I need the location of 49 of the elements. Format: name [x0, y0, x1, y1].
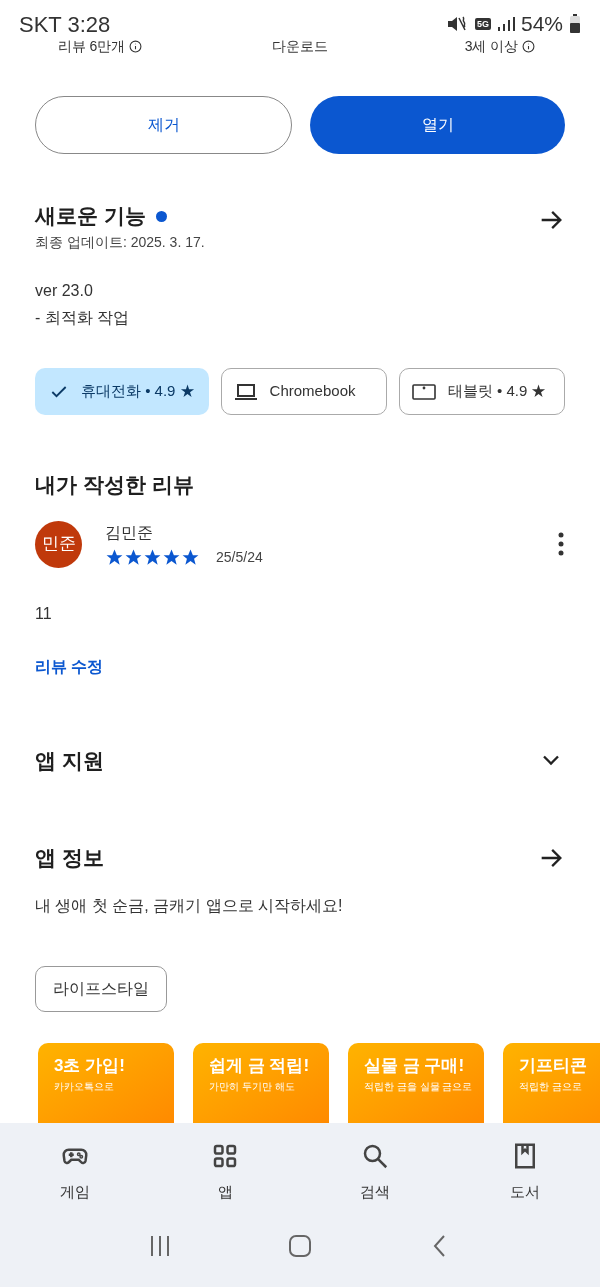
mute-vibrate-icon	[446, 15, 469, 33]
star-icon	[181, 547, 200, 567]
star-icon	[124, 547, 143, 567]
screenshot-caption: 카카오톡으로	[54, 1079, 114, 1094]
nav-tab[interactable]: 앱	[150, 1141, 300, 1204]
signal-icon	[496, 16, 515, 32]
network-badge: 5G	[474, 18, 491, 30]
app-description: 내 생애 첫 순금, 금캐기 앱으로 시작하세요!	[34, 895, 344, 916]
nav-tab[interactable]: 도서	[450, 1141, 600, 1204]
screenshot-caption: 적립한 금을 실물 금으로	[364, 1079, 473, 1094]
device-chip[interactable]: 휴대전화 • 4.9 ★	[35, 368, 209, 415]
version-text: ver 23.0	[35, 281, 94, 301]
nav-tab[interactable]: 검색	[300, 1141, 450, 1204]
section-title: 앱 정보	[35, 845, 104, 871]
device-chip[interactable]: Chromebook	[220, 368, 387, 415]
avatar: 민준	[35, 520, 82, 568]
screenshot-headline: 실물 금 구매!	[364, 1054, 465, 1077]
screenshot-headline: 3초 가입!	[54, 1054, 125, 1077]
edit-review-link[interactable]: 리뷰 수정	[35, 657, 104, 675]
carrier-time: SKT 3:28	[19, 10, 111, 39]
release-notes: - 최적화 작업	[35, 308, 131, 328]
star-icon	[162, 547, 181, 567]
category-chip[interactable]: 라이프스타일	[35, 965, 167, 1012]
section-title: 앱 지원	[35, 747, 104, 774]
screenshot-headline: 쉽게 금 적립!	[209, 1054, 310, 1077]
stat-label: 다운로드	[272, 38, 328, 54]
star-icon	[143, 547, 162, 567]
battery-percent: 54%	[520, 11, 563, 38]
update-date: 최종 업데이트: 2025. 3. 17.	[35, 233, 205, 252]
stat-label: 리뷰 6만개	[57, 38, 126, 54]
review-text: 11	[34, 603, 53, 624]
home-icon[interactable]	[288, 1233, 312, 1258]
stat-label: 3세 이상	[464, 38, 519, 54]
section-title: 내가 작성한 리뷰	[34, 472, 195, 498]
tablet-icon	[411, 382, 436, 401]
screenshot-headline: 기프티콘	[519, 1054, 587, 1077]
laptop-icon	[233, 381, 258, 402]
battery-icon	[569, 14, 581, 34]
screenshot-caption: 가만히 두기만 해도	[209, 1079, 295, 1094]
review-date: 25/5/24	[216, 547, 263, 567]
screenshot-caption: 적립한 금으로	[519, 1079, 582, 1094]
open-button[interactable]: 열기	[310, 96, 565, 154]
recents-icon[interactable]	[148, 1233, 172, 1258]
more-icon[interactable]	[557, 532, 565, 556]
section-title: 새로운 기능	[35, 203, 146, 229]
reviewer-name: 김민준	[105, 522, 154, 543]
device-chip[interactable]: 태블릿 • 4.9 ★	[398, 368, 565, 415]
star-icon	[105, 547, 124, 567]
nav-tab[interactable]: 게임	[0, 1141, 150, 1204]
